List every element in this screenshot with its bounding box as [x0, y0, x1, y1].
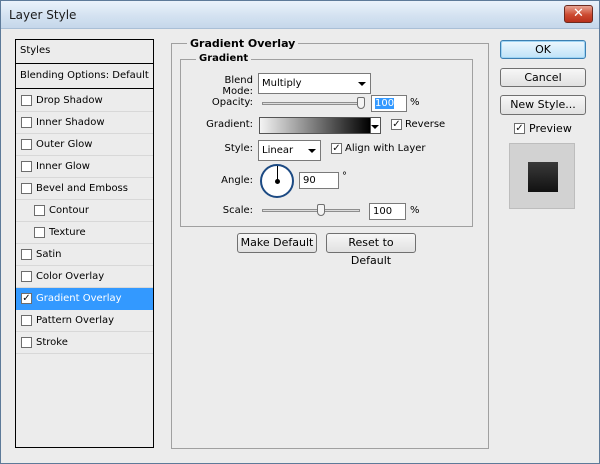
style-item-inner-shadow[interactable]: Inner Shadow: [16, 112, 153, 134]
reverse-label: Reverse: [405, 119, 446, 130]
panel-title: Gradient Overlay: [187, 37, 299, 50]
opacity-label: Opacity:: [211, 97, 253, 108]
style-item-gradient-overlay[interactable]: ✓ Gradient Overlay: [16, 288, 153, 310]
scale-slider[interactable]: [262, 209, 360, 212]
preview-checkbox[interactable]: ✓: [514, 123, 525, 134]
checkmark-icon: ✓: [332, 143, 341, 154]
style-item-label: Drop Shadow: [36, 95, 103, 106]
style-item-label: Texture: [49, 227, 86, 238]
blending-options-item[interactable]: Blending Options: Default: [16, 65, 153, 89]
style-item-label: Inner Shadow: [36, 117, 105, 128]
cancel-button[interactable]: Cancel: [500, 68, 586, 87]
chevron-down-icon: [308, 149, 316, 153]
opacity-slider[interactable]: [262, 102, 362, 105]
angle-dial[interactable]: [260, 164, 294, 198]
opacity-input[interactable]: 100: [371, 95, 407, 112]
preview-swatch: [528, 162, 558, 192]
angle-unit: °: [342, 171, 347, 182]
align-with-layer-label: Align with Layer: [345, 143, 426, 154]
style-item-label: Inner Glow: [36, 161, 90, 172]
styles-header[interactable]: Styles: [16, 40, 153, 64]
angle-dial-center: [275, 179, 280, 184]
style-item-checkbox[interactable]: [21, 117, 32, 128]
style-item-stroke[interactable]: Stroke: [16, 332, 153, 354]
style-item-pattern-overlay[interactable]: Pattern Overlay: [16, 310, 153, 332]
make-default-button[interactable]: Make Default: [237, 233, 317, 253]
chevron-down-icon: [358, 82, 366, 86]
styles-list: Styles Blending Options: Default Drop Sh…: [15, 39, 154, 448]
opacity-unit: %: [410, 97, 420, 108]
style-item-label: Bevel and Emboss: [36, 183, 128, 194]
angle-label: Angle:: [221, 175, 253, 186]
style-item-checkbox[interactable]: [21, 249, 32, 260]
new-style-button[interactable]: New Style...: [500, 95, 586, 115]
gradient-dropdown-button[interactable]: [371, 117, 381, 134]
scale-label: Scale:: [222, 205, 253, 216]
layer-style-dialog: Layer Style ✕ Styles Blending Options: D…: [0, 0, 600, 464]
align-with-layer-checkbox[interactable]: ✓: [331, 143, 342, 154]
chevron-down-icon: [371, 125, 379, 129]
style-label: Style:: [224, 143, 254, 154]
blend-mode-label: Blend Mode:: [222, 75, 253, 97]
title-bar[interactable]: Layer Style ✕: [1, 1, 599, 29]
style-item-label: Gradient Overlay: [36, 293, 122, 304]
scale-slider-thumb[interactable]: [316, 204, 325, 216]
close-icon: ✕: [573, 6, 584, 21]
style-item-checkbox[interactable]: [21, 337, 32, 348]
style-item-contour[interactable]: Contour: [16, 200, 153, 222]
style-item-label: Outer Glow: [36, 139, 93, 150]
style-item-label: Pattern Overlay: [36, 315, 115, 326]
preview-label: Preview: [529, 122, 572, 135]
checkmark-icon: ✓: [515, 123, 524, 134]
style-item-inner-glow[interactable]: Inner Glow: [16, 156, 153, 178]
preview-thumbnail: [509, 143, 575, 209]
style-item-checkbox[interactable]: [21, 315, 32, 326]
blend-mode-value: Multiply: [262, 78, 302, 89]
style-item-satin[interactable]: Satin: [16, 244, 153, 266]
opacity-slider-thumb[interactable]: [357, 97, 365, 109]
checkmark-icon: ✓: [392, 119, 401, 130]
style-item-label: Satin: [36, 249, 62, 260]
style-value: Linear: [262, 145, 294, 156]
style-item-checkbox[interactable]: [34, 205, 45, 216]
scale-input[interactable]: 100: [369, 203, 406, 220]
style-item-label: Color Overlay: [36, 271, 105, 282]
style-item-color-overlay[interactable]: Color Overlay: [16, 266, 153, 288]
style-item-checkbox[interactable]: ✓: [21, 293, 32, 304]
reverse-checkbox[interactable]: ✓: [391, 119, 402, 130]
angle-input[interactable]: 90: [299, 172, 339, 189]
blend-mode-select[interactable]: Multiply: [258, 73, 371, 94]
style-item-checkbox[interactable]: [21, 161, 32, 172]
style-item-checkbox[interactable]: [21, 95, 32, 106]
style-item-checkbox[interactable]: [21, 271, 32, 282]
style-item-label: Stroke: [36, 337, 68, 348]
gradient-picker[interactable]: [259, 117, 371, 134]
reset-to-default-button[interactable]: Reset to Default: [326, 233, 416, 267]
style-item-checkbox[interactable]: [21, 139, 32, 150]
ok-button[interactable]: OK: [500, 40, 586, 59]
opacity-value: 100: [375, 98, 395, 109]
close-button[interactable]: ✕: [564, 5, 593, 23]
style-select[interactable]: Linear: [258, 140, 321, 161]
style-item-drop-shadow[interactable]: Drop Shadow: [16, 90, 153, 112]
style-item-checkbox[interactable]: [34, 227, 45, 238]
scale-unit: %: [410, 205, 420, 216]
style-item-bevel-and-emboss[interactable]: Bevel and Emboss: [16, 178, 153, 200]
window-title: Layer Style: [9, 8, 77, 22]
gradient-group-title: Gradient: [196, 53, 252, 64]
style-item-checkbox[interactable]: [21, 183, 32, 194]
style-item-outer-glow[interactable]: Outer Glow: [16, 134, 153, 156]
style-item-label: Contour: [49, 205, 89, 216]
gradient-label: Gradient:: [206, 119, 253, 130]
style-item-texture[interactable]: Texture: [16, 222, 153, 244]
